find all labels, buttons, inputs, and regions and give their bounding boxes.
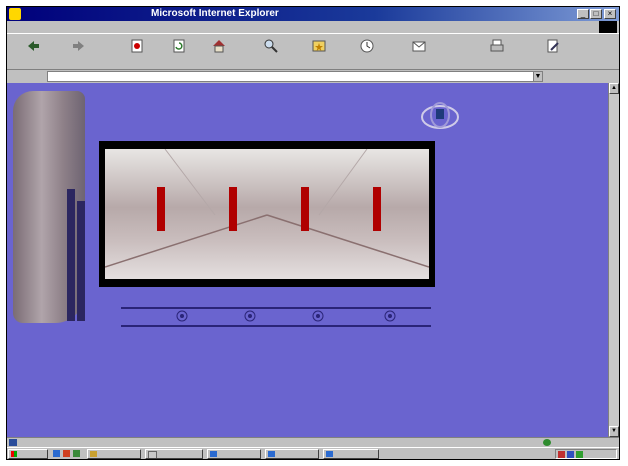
search-icon [264, 39, 278, 53]
title-bar[interactable]: Microsoft Internet Explorer _ □ × [7, 7, 619, 21]
home-icon [213, 40, 225, 53]
edit-button[interactable] [533, 36, 573, 68]
mail-icon [412, 41, 426, 52]
nav-separator-icon [312, 310, 324, 322]
nav-link-4[interactable] [331, 310, 377, 324]
address-input[interactable] [47, 71, 535, 82]
address-bar: ▼ [7, 69, 619, 83]
taskbar-task[interactable] [87, 449, 141, 459]
folder-icon [90, 451, 97, 457]
tray-app-icon[interactable] [576, 451, 583, 458]
back-arrow-icon [28, 41, 39, 51]
quicklaunch-ie-icon[interactable] [53, 450, 60, 457]
hall-label-4[interactable] [373, 187, 381, 231]
address-dropdown-button[interactable]: ▼ [533, 71, 543, 82]
internet-zone-icon [543, 439, 551, 446]
vertical-scrollbar[interactable]: ▲ ▼ [608, 83, 619, 437]
hall-label-2[interactable] [229, 187, 237, 231]
taskbar-task[interactable] [265, 449, 319, 459]
start-button[interactable] [8, 449, 48, 459]
gallery-photo[interactable] [99, 141, 435, 287]
stone-tablet-image [13, 91, 85, 323]
refresh-icon [173, 39, 185, 53]
mail-button[interactable] [399, 36, 439, 68]
nav-bar [121, 307, 431, 327]
hall-label-1[interactable] [157, 187, 165, 231]
system-tray [555, 449, 617, 459]
vertical-text-column [77, 201, 85, 321]
nav-link-2[interactable] [193, 310, 239, 324]
browser-window: Microsoft Internet Explorer _ □ × ▼ ▲ ▼ [6, 6, 620, 460]
nav-separator-icon [384, 310, 396, 322]
page-content [7, 83, 608, 437]
maximize-button[interactable]: □ [590, 9, 602, 19]
favorites-icon [312, 40, 326, 52]
window-title-app: Microsoft Internet Explorer [151, 8, 279, 19]
ie-icon [210, 451, 217, 457]
stone-char [17, 187, 57, 221]
banner-char [377, 109, 397, 129]
page-status-icon [9, 439, 17, 446]
nav-separator-icon [244, 310, 256, 322]
stop-button[interactable] [117, 36, 157, 68]
nav-link-1[interactable] [125, 310, 171, 324]
taskbar-task[interactable] [145, 449, 203, 459]
print-button[interactable] [477, 36, 517, 68]
menu-bar [7, 21, 619, 33]
nav-link-3[interactable] [261, 310, 307, 324]
forward-button[interactable] [59, 36, 99, 68]
taskbar [7, 447, 619, 459]
stop-icon [131, 39, 143, 53]
refresh-button[interactable] [159, 36, 199, 68]
edit-icon [547, 39, 559, 53]
back-button[interactable] [13, 36, 53, 68]
banner-char [263, 109, 283, 129]
stone-char [17, 255, 57, 289]
search-button[interactable] [251, 36, 291, 68]
nav-divider-bottom [121, 325, 431, 327]
print-icon [490, 39, 504, 52]
tray-speaker-icon[interactable] [558, 451, 565, 458]
favorites-button[interactable] [299, 36, 339, 68]
tray-network-icon[interactable] [567, 451, 574, 458]
vertical-text-column [67, 189, 75, 321]
ie-icon [326, 451, 333, 457]
stone-char [17, 289, 57, 323]
scroll-up-button[interactable]: ▲ [609, 83, 619, 94]
windows-flag-icon [11, 451, 17, 457]
banner-char [225, 109, 245, 129]
taskbar-task[interactable] [323, 449, 379, 459]
gallery-photo-image [105, 149, 429, 279]
stone-char [17, 153, 57, 187]
forward-arrow-icon [73, 41, 84, 51]
scroll-down-button[interactable]: ▼ [609, 426, 619, 437]
banner-char [339, 109, 359, 129]
banner-char [189, 109, 209, 129]
close-button[interactable]: × [604, 9, 616, 19]
stone-char [17, 119, 57, 153]
history-icon [360, 39, 374, 53]
quicklaunch-outlook-icon[interactable] [63, 450, 70, 457]
banner-char [153, 109, 173, 129]
hall-label-3[interactable] [301, 187, 309, 231]
stone-char [17, 221, 57, 255]
home-button[interactable] [199, 36, 239, 68]
quicklaunch-desktop-icon[interactable] [73, 450, 80, 457]
document-icon [148, 451, 157, 458]
ie-icon [268, 451, 275, 457]
toolbar [7, 33, 619, 69]
banner-char [301, 109, 321, 129]
history-button[interactable] [347, 36, 387, 68]
site-logo-icon [421, 102, 459, 129]
windows-logo-icon [599, 21, 617, 33]
minimize-button[interactable]: _ [577, 9, 589, 19]
nav-separator-icon [176, 310, 188, 322]
status-bar [7, 437, 619, 447]
ie-app-icon[interactable] [9, 8, 21, 20]
taskbar-task[interactable] [207, 449, 261, 459]
